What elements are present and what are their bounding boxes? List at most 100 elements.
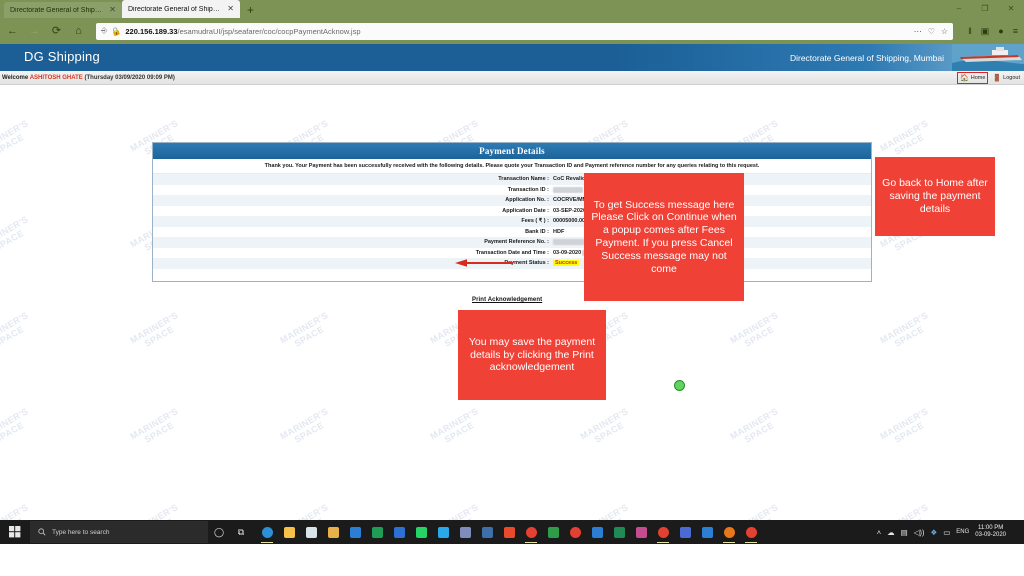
- user-name: ASHITOSH GHATE: [29, 74, 83, 81]
- payment-row: Transaction Name :CoC Revalidation Appli…: [153, 174, 871, 185]
- logout-icon: 🚪: [992, 74, 1002, 82]
- taskbar-icon-microsoft-store[interactable]: [300, 520, 322, 544]
- taskbar-icon-lock-app[interactable]: [454, 520, 476, 544]
- tab-title: Directorate General of Shipping : G: [10, 6, 105, 14]
- mouse-cursor: [674, 380, 685, 391]
- taskbar-icon-firefox[interactable]: [718, 520, 740, 544]
- close-icon[interactable]: ✕: [109, 6, 116, 14]
- logout-button[interactable]: 🚪 Logout: [992, 74, 1020, 82]
- phone-icon: [679, 526, 691, 538]
- print-acknowledgement-link[interactable]: Print Acknowledgement: [472, 297, 542, 303]
- home-icon[interactable]: ⌂: [72, 25, 85, 37]
- close-window-icon[interactable]: ✕: [998, 0, 1024, 18]
- address-bar[interactable]: ⎆ 🔒 220.156.189.33/esamudraUI/jsp/seafar…: [96, 22, 954, 40]
- file-explorer-icon: [283, 526, 295, 538]
- library-icon[interactable]: ‖: [968, 26, 972, 36]
- session-datetime: (Thursday 03/09/2020 09:09 PM): [84, 74, 175, 81]
- taskbar-icon-edge[interactable]: [256, 520, 278, 544]
- annotation-success-note: To get Success message here Please Click…: [584, 173, 744, 301]
- welcome-bar-actions: 🏠 Home 🚪 Logout: [957, 71, 1024, 84]
- firefox-icon: [723, 526, 735, 538]
- new-tab-button[interactable]: +: [240, 2, 261, 18]
- taskbar-icon-chrome-2[interactable]: [564, 520, 586, 544]
- payment-row-label: Payment Reference No. :: [484, 239, 549, 246]
- taskbar-icon-phone[interactable]: [674, 520, 696, 544]
- taskbar-icon-vscode[interactable]: [586, 520, 608, 544]
- taskbar-icon-telegram[interactable]: [432, 520, 454, 544]
- payment-row-label: Transaction Name :: [498, 176, 549, 183]
- watermark-text: MARINER'SSPACE: [0, 405, 30, 446]
- taskbar-icon-whatsapp[interactable]: [410, 520, 432, 544]
- maximize-icon[interactable]: ❐: [972, 0, 998, 18]
- payment-row: Application No. : COCRVE/MMD(M)/: [153, 195, 871, 206]
- tray-chevron-icon[interactable]: ˄: [877, 528, 881, 537]
- taskbar-icon-block-app[interactable]: [608, 520, 630, 544]
- show-desktop-button[interactable]: [1012, 520, 1019, 544]
- taskbar-clock[interactable]: 11:00 PM 03-09-2020: [975, 525, 1006, 540]
- taskbar-icon-green-app[interactable]: [542, 520, 564, 544]
- taskbar-icon-paint[interactable]: [630, 520, 652, 544]
- network-icon[interactable]: ▤: [901, 528, 908, 537]
- watermark-text: MARINER'SSPACE: [578, 405, 630, 446]
- watermark-text: MARINER'SSPACE: [428, 501, 480, 520]
- watermark-text: MARINER'SSPACE: [0, 117, 30, 158]
- taskbar-icon-red-app[interactable]: [498, 520, 520, 544]
- task-view-button[interactable]: ⧉: [230, 520, 252, 544]
- taskbar-icon-mail[interactable]: [344, 520, 366, 544]
- dropbox-icon[interactable]: ❖: [930, 528, 937, 537]
- taskbar-icon-chrome-3[interactable]: [652, 520, 674, 544]
- payment-row-label: Application No. :: [505, 197, 549, 204]
- taskbar-icon-folder[interactable]: [322, 520, 344, 544]
- u-app-icon: [371, 526, 383, 538]
- close-icon[interactable]: ✕: [227, 5, 234, 13]
- url-path: /esamudraUI/jsp/seafarer/coc/cocpPayment…: [177, 26, 361, 36]
- taskbar-search-box[interactable]: Type here to search: [30, 521, 208, 543]
- home-button[interactable]: 🏠 Home: [957, 71, 989, 84]
- taskbar-icon-teams[interactable]: [696, 520, 718, 544]
- onedrive-cloud-icon[interactable]: ☁: [887, 528, 895, 537]
- taskbar-icon-zoom[interactable]: [388, 520, 410, 544]
- back-icon[interactable]: ←: [6, 25, 19, 37]
- volume-icon[interactable]: ◁)): [914, 528, 925, 537]
- annotation-home-note: Go back to Home after saving the payment…: [875, 157, 995, 236]
- account-icon[interactable]: ●: [998, 26, 1003, 36]
- language-indicator[interactable]: ENG: [956, 529, 969, 535]
- menu-icon[interactable]: ≡: [1013, 26, 1018, 36]
- page-actions-icon[interactable]: ⋯: [914, 27, 922, 36]
- organization-name: Directorate General of Shipping, Mumbai: [789, 53, 944, 63]
- taskbar-icon-share[interactable]: [476, 520, 498, 544]
- taskbar-icon-u-app[interactable]: [366, 520, 388, 544]
- payment-row: Application Date : 03-SEP-2020: [153, 205, 871, 216]
- insecure-lock-icon: 🔒: [110, 25, 123, 37]
- minimize-icon[interactable]: –: [946, 0, 972, 18]
- clock-time: 11:00 PM: [978, 524, 1004, 531]
- cortana-button[interactable]: ◯: [208, 520, 230, 544]
- payment-row-label: Fees ( ₹ ) :: [521, 218, 549, 225]
- forward-icon[interactable]: →: [28, 25, 41, 37]
- browser-tab-2[interactable]: Directorate General of Shipping ✕: [122, 0, 240, 18]
- tab-strip: Directorate General of Shipping : G ✕ Di…: [0, 0, 261, 18]
- block-app-icon: [613, 526, 625, 538]
- payment-row: Transaction Date and Time :03-09-2020: [153, 247, 871, 258]
- browser-tab-1[interactable]: Directorate General of Shipping : G ✕: [4, 2, 122, 18]
- sidebar-icon[interactable]: ▣: [981, 26, 990, 37]
- taskbar-icon-chrome-4[interactable]: [740, 520, 762, 544]
- taskbar-icon-chrome-1[interactable]: [520, 520, 542, 544]
- folder-icon: [327, 526, 339, 538]
- page-content: MARINER'SSPACE MARINER'SSPACE MARINER'SSPA…: [0, 44, 1024, 520]
- taskbar-icon-file-explorer[interactable]: [278, 520, 300, 544]
- payment-row: Fees ( ₹ ) : 00005000.00: [153, 216, 871, 227]
- vscode-icon: [591, 526, 603, 538]
- battery-icon[interactable]: ▭: [943, 528, 950, 537]
- start-button[interactable]: [0, 520, 30, 544]
- watermark-text: MARINER'SSPACE: [878, 405, 930, 446]
- edge-icon: [261, 526, 273, 538]
- bookmark-star-icon[interactable]: ☆: [941, 27, 948, 36]
- pocket-icon[interactable]: ♡: [928, 27, 935, 36]
- ship-logo-icon: [952, 44, 1024, 71]
- payment-row-value: [553, 186, 583, 193]
- reload-icon[interactable]: ⟳: [50, 25, 63, 37]
- chrome-4-icon: [745, 526, 757, 538]
- system-tray: ˄ ☁ ▤ ◁)) ❖ ▭ ENG 11:00 PM 03-09-2020: [877, 520, 1024, 544]
- home-button-label: Home: [970, 74, 986, 81]
